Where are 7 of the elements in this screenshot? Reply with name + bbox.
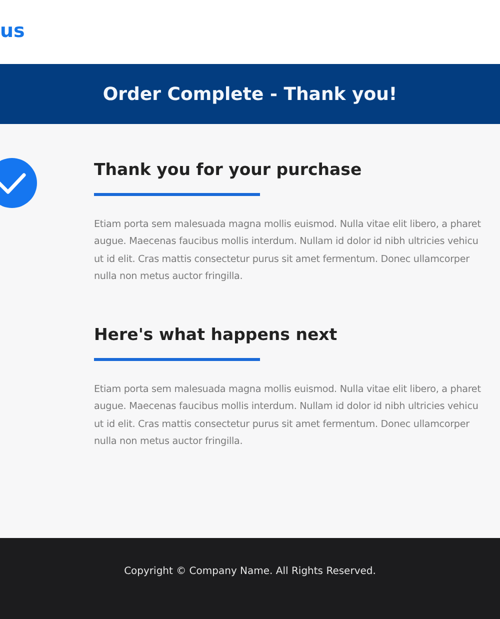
paragraph: Etiam porta sem malesuada magna mollis euismod. Nulla vitae elit libero, a pharet augue. Maecenas faucibus mollis interdum. Nullam id dolor id nibh ultricies vehicu ut id elit. Cras mattis consectetur purus sit amet fermentum. Donec ullamcorper nulla non metus auctor fringilla. [94, 218, 481, 284]
section-heading: Thank you for your purchase [94, 160, 363, 179]
banner-title: Order Complete - Thank you! [102, 84, 398, 104]
copyright-text: Copyright © Company Name. All Rights Reserved. [124, 566, 376, 579]
section-heading: Here's what happens next [94, 325, 338, 344]
logo[interactable]: us [0, 20, 25, 42]
paragraph: Etiam porta sem malesuada magna mollis euismod. Nulla vitae elit libero, a pharet augue. Maecenas faucibus mollis interdum. Nullam id dolor id nibh ultricies vehicu ut id elit. Cras mattis consectetur purus sit amet fermentum. Donec ullamcorper nulla non metus auctor fringilla. [94, 383, 481, 450]
